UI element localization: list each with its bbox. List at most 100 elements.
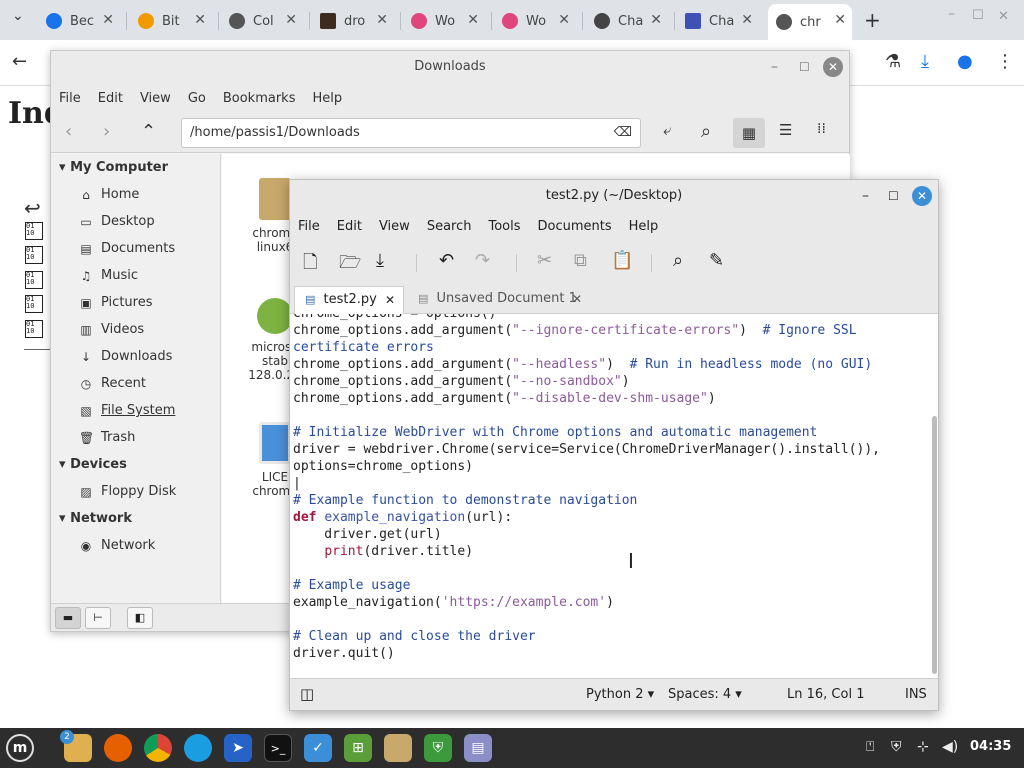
sidebar-item-music[interactable]: ♫ Music: [79, 268, 138, 283]
maximize-icon[interactable]: ☐: [972, 8, 984, 23]
sidebar-item-trash[interactable]: 🗑 Trash: [79, 430, 135, 445]
browser-tab[interactable]: Cha ✕: [685, 6, 759, 36]
menu-help[interactable]: Help: [629, 219, 659, 234]
tab-unsaved-document[interactable]: ▤ Unsaved Document 1 ✕: [408, 286, 588, 314]
file-manager-titlebar[interactable]: Downloads – ☐ ✕: [51, 51, 849, 83]
redo-icon[interactable]: ↷: [475, 250, 490, 271]
firefox-icon[interactable]: [104, 734, 132, 762]
paste-icon[interactable]: 📋: [611, 250, 633, 271]
sidebar-section-my-computer[interactable]: ▾ My Computer: [59, 160, 168, 175]
toggle-location-icon[interactable]: ⤶: [663, 121, 671, 139]
menu-file[interactable]: File: [59, 91, 81, 106]
browser-tab[interactable]: Col ✕: [229, 6, 303, 36]
minimize-icon[interactable]: –: [862, 180, 869, 212]
find-icon[interactable]: ⌕: [673, 250, 683, 271]
tab-close-icon[interactable]: ✕: [102, 12, 114, 28]
sidebar-item-pictures[interactable]: ▣ Pictures: [79, 295, 152, 310]
maximize-icon[interactable]: ☐: [888, 180, 899, 212]
open-folder-icon[interactable]: 🗁: [339, 250, 361, 280]
shield-icon[interactable]: ⛨: [424, 734, 452, 762]
sidebar-item-file-system[interactable]: ▧ File System: [79, 403, 175, 418]
more-menu-icon[interactable]: ⋮: [996, 51, 1014, 72]
folder-icon[interactable]: [384, 734, 412, 762]
menu-documents[interactable]: Documents: [538, 219, 612, 234]
tab-close-icon[interactable]: ✕: [194, 12, 206, 28]
tab-close-icon[interactable]: ✕: [385, 287, 395, 313]
clipboard-icon[interactable]: ⍞: [866, 739, 874, 755]
volume-icon[interactable]: ◀): [942, 739, 958, 755]
tab-close-icon[interactable]: ✕: [741, 12, 753, 28]
shield-tray-icon[interactable]: ⛨: [891, 739, 902, 755]
sidebar-item-floppy-disk[interactable]: ▨ Floppy Disk: [79, 484, 176, 499]
close-button[interactable]: ✕: [823, 57, 843, 77]
tab-close-icon[interactable]: ✕: [572, 286, 582, 312]
undo-icon[interactable]: ↶: [439, 250, 454, 271]
menu-bookmarks[interactable]: Bookmarks: [223, 91, 296, 106]
clear-path-icon[interactable]: ⌫: [614, 119, 632, 147]
menu-search[interactable]: Search: [427, 219, 472, 234]
menu-tools[interactable]: Tools: [488, 219, 520, 234]
clock[interactable]: 04:35: [970, 739, 1011, 754]
compact-view-icon[interactable]: ⁞⁞: [817, 121, 826, 137]
sidebar-item-recent[interactable]: ◷ Recent: [79, 376, 146, 391]
tab-close-icon[interactable]: ✕: [376, 12, 388, 28]
new-tab-button[interactable]: +: [864, 8, 881, 32]
close-icon[interactable]: ✕: [998, 9, 1009, 24]
maximize-icon[interactable]: ☐: [799, 51, 810, 83]
sidebar-section-devices[interactable]: ▾ Devices: [59, 457, 127, 472]
browser-tab[interactable]: dro ✕: [320, 6, 394, 36]
labs-flask-icon[interactable]: ⚗: [885, 51, 901, 72]
cut-icon[interactable]: ✂: [537, 250, 552, 271]
toggle-sidepane-icon[interactable]: ◫: [300, 685, 314, 703]
browser-tab[interactable]: Cha ✕: [594, 6, 668, 36]
tab-close-icon[interactable]: ✕: [834, 12, 846, 28]
sidebar-item-desktop[interactable]: ▭ Desktop: [79, 214, 154, 229]
vertical-scrollbar[interactable]: [932, 416, 937, 674]
hide-sidebar-button[interactable]: ◧: [127, 607, 153, 629]
path-bar[interactable]: /home/passis1/Downloads ⌫: [181, 118, 641, 148]
profile-avatar-icon[interactable]: ●: [957, 51, 973, 72]
find-replace-icon[interactable]: ✎: [709, 250, 724, 271]
tab-list-chevron-icon[interactable]: ⌄: [12, 8, 24, 24]
minimize-icon[interactable]: –: [771, 51, 778, 83]
menu-go[interactable]: Go: [188, 91, 206, 106]
sidebar-item-downloads[interactable]: ↓ Downloads: [79, 349, 172, 364]
tab-close-icon[interactable]: ✕: [558, 12, 570, 28]
tab-width-selector[interactable]: Spaces: 4 ▾: [668, 687, 742, 702]
show-places-button[interactable]: ▬: [55, 607, 81, 629]
code-editor[interactable]: chrome_options = Options() chrome_option…: [290, 314, 930, 678]
browser-tab[interactable]: Wo ✕: [502, 6, 576, 36]
up-icon[interactable]: ⌃: [141, 121, 156, 142]
back-arrow-icon[interactable]: ←: [12, 51, 27, 72]
forward-icon[interactable]: ›: [103, 121, 110, 142]
edge-dev-icon[interactable]: [184, 734, 212, 762]
download-icon[interactable]: ⤓: [921, 51, 929, 72]
menu-view[interactable]: View: [379, 219, 410, 234]
calculator-icon[interactable]: ⊞: [344, 734, 372, 762]
menu-view[interactable]: View: [140, 91, 171, 106]
chrome-icon[interactable]: [144, 734, 172, 762]
save-icon[interactable]: ⤓: [376, 250, 384, 271]
menu-help[interactable]: Help: [312, 91, 342, 106]
menu-edit[interactable]: Edit: [98, 91, 123, 106]
tab-test2-py[interactable]: ▤ test2.py ✕: [294, 286, 404, 314]
sidebar-item-home[interactable]: ⌂ Home: [79, 187, 139, 202]
editor-titlebar[interactable]: test2.py (~/Desktop) – ☐ ✕: [290, 180, 938, 212]
mint-menu-icon[interactable]: m: [6, 734, 34, 762]
copy-icon[interactable]: ⧉: [574, 250, 587, 271]
sidebar-item-videos[interactable]: ▥ Videos: [79, 322, 144, 337]
remote-desktop-icon[interactable]: ➤: [224, 734, 252, 762]
list-view-icon[interactable]: ☰: [779, 121, 792, 139]
network-tray-icon[interactable]: ⊹: [917, 739, 929, 755]
show-tree-button[interactable]: ⊢: [85, 607, 111, 629]
browser-tab[interactable]: Wo ✕: [411, 6, 485, 36]
sidebar-item-documents[interactable]: ▤ Documents: [79, 241, 175, 256]
search-icon[interactable]: ⌕: [701, 121, 711, 142]
icon-view-button[interactable]: ▦: [733, 118, 765, 148]
browser-tab[interactable]: Bec ✕: [46, 6, 120, 36]
browser-tab[interactable]: Bit ✕: [138, 6, 212, 36]
back-icon[interactable]: ‹: [65, 121, 72, 142]
tab-close-icon[interactable]: ✕: [650, 12, 662, 28]
minimize-icon[interactable]: –: [948, 6, 955, 22]
menu-file[interactable]: File: [298, 219, 320, 234]
